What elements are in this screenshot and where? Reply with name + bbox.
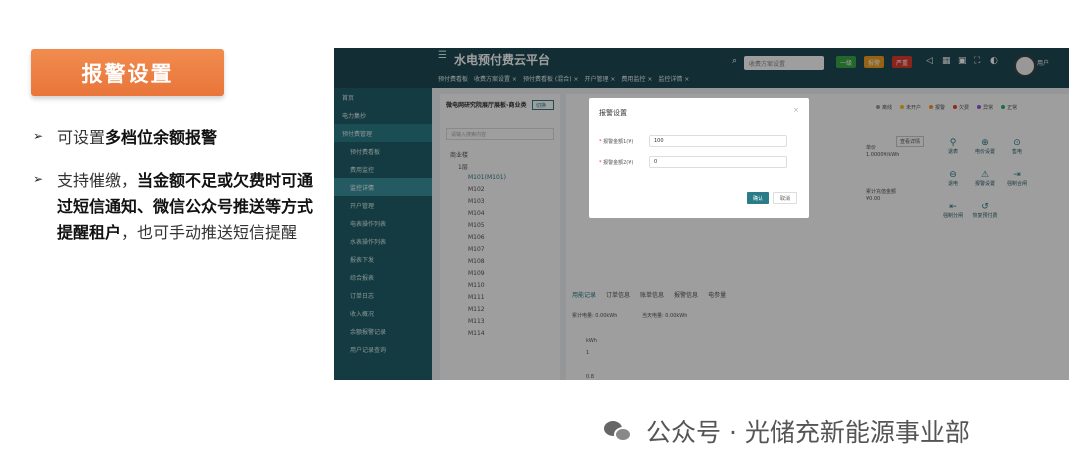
bullet-item-2: ➢ 支持催缴，当金额不足或欠费时可通过短信通知、微信公众号推送等方式提醒租户，也… [33,168,333,246]
bullet-item-1: ➢ 可设置多档位余额报警 [33,125,333,151]
watermark: 公众号 · 光储充新能源事业部 [604,413,970,449]
app-screenshot: ☰ 水电预付费云平台 ⌕ 收费方案设置 一级 报警 严重 ◁ ▦ ▣ ⛶ ◐ 用… [334,48,1069,380]
alarm-amount-1-label: * 报警金额1(¥) [599,139,634,145]
alarm-setting-dialog: 报警设置 × * 报警金额1(¥) 100 * 报警金额2(¥) 0 确认 取消 [589,98,809,218]
close-icon[interactable]: × [793,106,799,114]
bullet-1-prefix: 可设置 [57,128,106,147]
arrow-icon: ➢ [33,129,44,143]
bullet-list: ➢ 可设置多档位余额报警 ➢ 支持催缴，当金额不足或欠费时可通过短信通知、微信公… [33,125,333,263]
bullet-2-prefix: 支持催缴， [57,171,138,190]
bullet-1-bold: 多档位余额报警 [105,128,218,147]
watermark-text: 公众号 · 光储充新能源事业部 [646,418,970,447]
alarm-amount-2-label: * 报警金额2(¥) [599,160,634,166]
dialog-title: 报警设置 [599,109,627,117]
bullet-2-suffix: ，也可手动推送短信提醒 [121,223,298,242]
confirm-button[interactable]: 确认 [747,192,769,204]
wechat-icon [604,419,634,443]
alarm-amount-2-input[interactable]: 0 [649,156,787,168]
arrow-icon: ➢ [33,172,44,186]
slide-title: 报警设置 [31,49,224,96]
alarm-amount-1-input[interactable]: 100 [649,135,787,147]
cancel-button[interactable]: 取消 [773,192,797,204]
